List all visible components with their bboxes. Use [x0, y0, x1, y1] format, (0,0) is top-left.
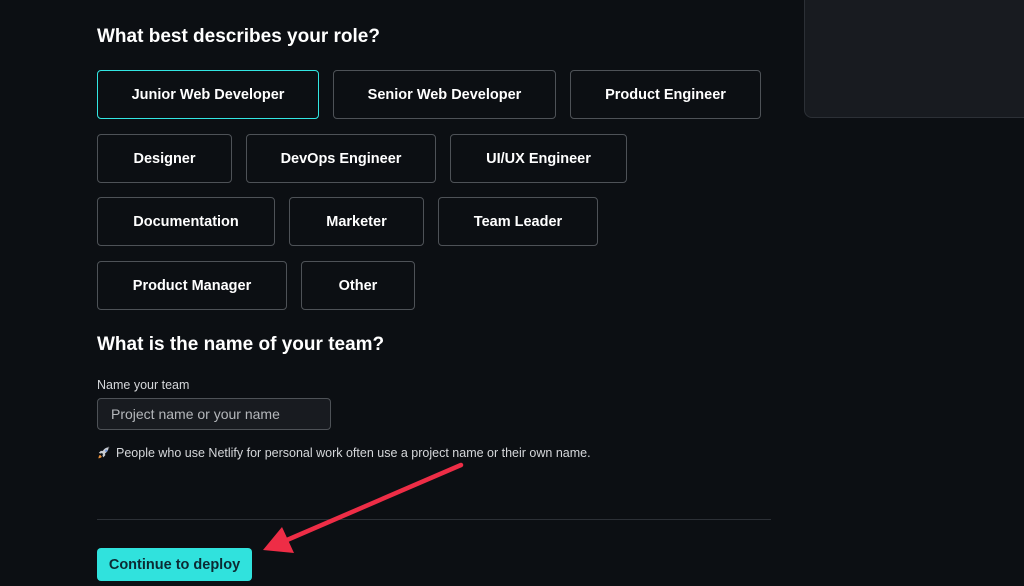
role-option-marketer[interactable]: Marketer [289, 197, 424, 246]
team-name-input[interactable] [97, 398, 331, 430]
team-name-hint: People who use Netlify for personal work… [97, 446, 591, 460]
role-option-senior-web-developer[interactable]: Senior Web Developer [333, 70, 556, 119]
rocket-icon [98, 446, 110, 459]
role-heading: What best describes your role? [97, 26, 380, 47]
role-option-devops-engineer[interactable]: DevOps Engineer [246, 134, 436, 183]
team-name-label: Name your team [97, 378, 190, 392]
role-option-other[interactable]: Other [301, 261, 415, 310]
side-panel [804, 0, 1024, 118]
role-option-designer[interactable]: Designer [97, 134, 232, 183]
continue-to-deploy-button[interactable]: Continue to deploy [97, 548, 252, 581]
onboarding-page: What best describes your role? Junior We… [0, 0, 1024, 586]
role-option-ui-ux-engineer[interactable]: UI/UX Engineer [450, 134, 627, 183]
role-option-documentation[interactable]: Documentation [97, 197, 275, 246]
role-option-product-engineer[interactable]: Product Engineer [570, 70, 761, 119]
team-heading: What is the name of your team? [97, 334, 385, 355]
hint-text: People who use Netlify for personal work… [116, 446, 591, 460]
section-divider [97, 519, 771, 520]
role-option-product-manager[interactable]: Product Manager [97, 261, 287, 310]
role-option-team-leader[interactable]: Team Leader [438, 197, 598, 246]
role-option-junior-web-developer[interactable]: Junior Web Developer [97, 70, 319, 119]
